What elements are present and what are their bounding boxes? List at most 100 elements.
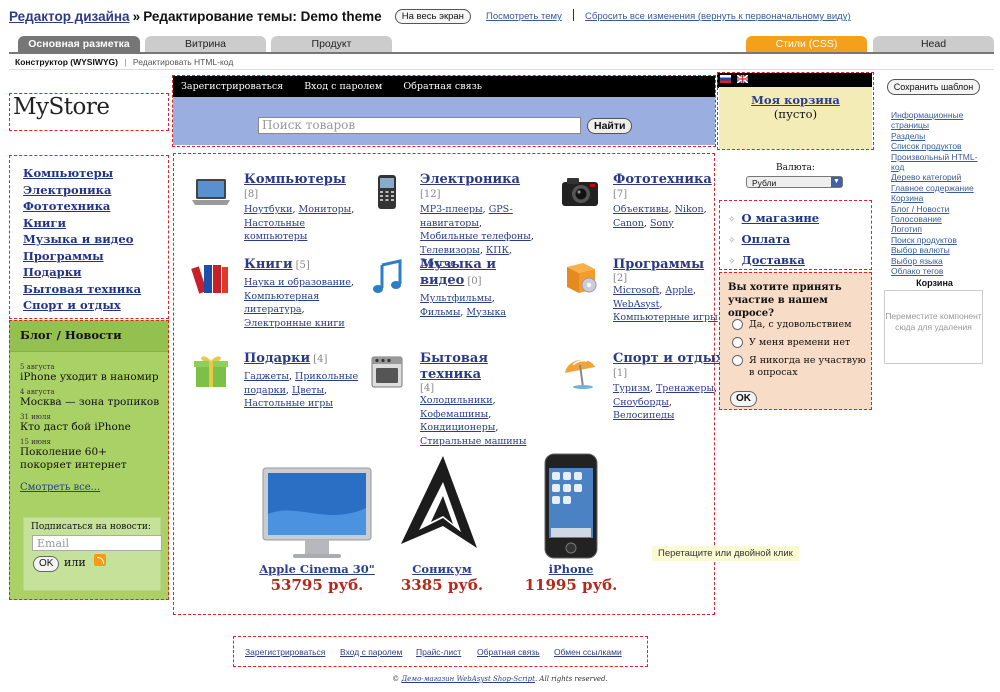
product-name[interactable]: Соникум bbox=[367, 562, 517, 576]
subscribe-ok-button[interactable]: OK bbox=[33, 556, 60, 572]
reset-changes-link[interactable]: Сбросить все изменения (вернуть к первон… bbox=[585, 11, 851, 22]
monitor-product-image[interactable] bbox=[257, 464, 377, 562]
category-title[interactable]: Программы bbox=[613, 257, 704, 272]
blog-entry-title[interactable]: Кто даст бой iPhone bbox=[20, 421, 168, 434]
sonicum-product-image[interactable] bbox=[387, 452, 497, 562]
email-field[interactable]: Email bbox=[32, 535, 162, 551]
view-theme-link[interactable]: Посмотреть тему bbox=[486, 11, 562, 22]
subcategory-link[interactable]: Наука и образование bbox=[244, 277, 351, 288]
subcategory-link[interactable]: WebAsyst bbox=[613, 299, 660, 310]
category-link[interactable]: Программы bbox=[23, 249, 104, 263]
widget-item[interactable]: Список продуктов bbox=[891, 141, 983, 151]
widget-item[interactable]: Поиск продуктов bbox=[891, 235, 983, 245]
subcategory-link[interactable]: Музыка bbox=[466, 307, 506, 318]
category-link[interactable]: Книги bbox=[23, 216, 66, 230]
blog-entry-title[interactable]: Москва — зона тропиков bbox=[20, 396, 168, 409]
widget-item[interactable]: Произвольный HTML-код bbox=[891, 152, 983, 173]
subcategory-link[interactable]: Ноутбуки bbox=[244, 204, 292, 215]
save-template-button[interactable]: Сохранить шаблон bbox=[887, 79, 980, 95]
subcategory-link[interactable]: Мультфильмы bbox=[420, 293, 492, 304]
radio-button[interactable] bbox=[732, 355, 743, 366]
subcategory-link[interactable]: Велосипеды bbox=[613, 410, 674, 421]
category-title[interactable]: Компьютеры bbox=[244, 172, 346, 187]
category-title[interactable]: Спорт и отдых bbox=[613, 351, 724, 366]
category-link[interactable]: Подарки bbox=[23, 265, 82, 279]
poll-option[interactable]: У меня времени нет bbox=[732, 337, 867, 349]
subcategory-link[interactable]: Canon bbox=[613, 218, 644, 229]
category-link[interactable]: Электроника bbox=[23, 183, 111, 197]
widget-item[interactable]: Дерево категорий bbox=[891, 172, 983, 182]
currency-select[interactable]: Рубли ▼ bbox=[746, 176, 843, 188]
widget-item[interactable]: Главное содержание bbox=[891, 183, 983, 193]
footer-pricelist-link[interactable]: Прайс-лист bbox=[416, 647, 461, 657]
poll-block[interactable]: Вы хотите принять участие в нашем опросе… bbox=[719, 272, 872, 410]
cart-block[interactable]: Моя корзина (пусто) bbox=[719, 87, 872, 149]
rss-icon[interactable] bbox=[94, 554, 106, 566]
iphone-product-image[interactable] bbox=[541, 452, 601, 562]
poll-option[interactable]: Да, с удовольствием bbox=[732, 319, 867, 331]
category-title[interactable]: Бытовая техника bbox=[420, 351, 488, 382]
widget-item[interactable]: Разделы bbox=[891, 131, 983, 141]
footer-login-link[interactable]: Вход с паролем bbox=[340, 647, 402, 657]
subcategory-link[interactable]: Электронные книги bbox=[244, 318, 345, 329]
subtab-edit-html[interactable]: Редактировать HTML-код bbox=[133, 57, 233, 67]
tab-styles-css[interactable]: Стили (CSS) bbox=[746, 36, 867, 52]
subcategory-link[interactable]: Тренажеры bbox=[656, 383, 714, 394]
category-title[interactable]: Книги bbox=[244, 257, 293, 272]
info-page-link[interactable]: О магазине bbox=[742, 211, 820, 225]
widget-item[interactable]: Корзина bbox=[891, 193, 983, 203]
subcategory-link[interactable]: Мониторы bbox=[298, 204, 351, 215]
subcategory-link[interactable]: Настольные компьютеры bbox=[244, 218, 307, 243]
subcategory-link[interactable]: Стиральные машины bbox=[420, 436, 526, 447]
product-name[interactable]: iPhone bbox=[496, 562, 646, 576]
subcategory-link[interactable]: Кофемашины bbox=[420, 409, 488, 420]
tab-product[interactable]: Продукт bbox=[271, 36, 392, 52]
category-link[interactable]: Фототехника bbox=[23, 199, 110, 213]
blog-entry-title[interactable]: Поколение 60+ покоряет интернет bbox=[20, 446, 155, 472]
category-link[interactable]: Компьютеры bbox=[23, 166, 113, 180]
tab-storefront[interactable]: Витрина bbox=[145, 36, 266, 52]
widget-item[interactable]: Выбор языка bbox=[891, 256, 983, 266]
subcategory-link[interactable]: Телевизоры bbox=[420, 245, 480, 256]
delete-dropzone[interactable]: Переместите компонент сюда для удаления bbox=[884, 290, 983, 364]
poll-ok-button[interactable]: OK bbox=[730, 391, 757, 407]
subcategory-link[interactable]: Sony bbox=[650, 218, 674, 229]
subtab-wysiwyg[interactable]: Конструктор (WYSIWYG) bbox=[15, 57, 118, 67]
subcategory-link[interactable]: Apple bbox=[665, 285, 693, 296]
subcategory-link[interactable]: Microsoft bbox=[613, 285, 659, 296]
category-title[interactable]: Подарки bbox=[244, 351, 310, 366]
subcategory-link[interactable]: Гаджеты bbox=[244, 371, 289, 382]
subcategory-link[interactable]: Фильмы bbox=[420, 307, 460, 318]
category-link[interactable]: Музыка и видео bbox=[23, 232, 133, 246]
subcategory-link[interactable]: MP3-плееры bbox=[420, 204, 483, 215]
subcategory-link[interactable]: Nikon bbox=[675, 204, 704, 215]
radio-button[interactable] bbox=[732, 319, 743, 330]
blog-news-block[interactable]: Блог / Новости 5 августа iPhone уходит в… bbox=[9, 320, 169, 600]
widget-item[interactable]: Блог / Новости bbox=[891, 204, 983, 214]
category-title[interactable]: Музыка и видео bbox=[420, 257, 496, 288]
subcategory-link[interactable]: Кондиционеры bbox=[420, 422, 495, 433]
left-category-tree[interactable]: Компьютеры Электроника Фототехника Книги… bbox=[9, 155, 169, 319]
category-title[interactable]: Фототехника bbox=[613, 172, 712, 187]
copyright-link[interactable]: Демо-магазин WebAsyst Shop-Script bbox=[401, 675, 535, 683]
footer-feedback-link[interactable]: Обратная связь bbox=[477, 647, 540, 657]
widget-item[interactable]: Облако тегов bbox=[891, 266, 983, 276]
breadcrumb-design-editor[interactable]: Редактор дизайна bbox=[9, 9, 130, 24]
footer-register-link[interactable]: Зарегистрироваться bbox=[245, 647, 325, 657]
subcategory-link[interactable]: Сноуборды bbox=[613, 397, 669, 408]
main-content-block[interactable]: Компьютеры [8] Ноутбуки, Мониторы, Насто… bbox=[173, 153, 724, 615]
subcategory-link[interactable]: Цветы bbox=[292, 385, 324, 396]
widget-item[interactable]: Голосование bbox=[891, 214, 983, 224]
cart-title[interactable]: Моя корзина bbox=[719, 93, 872, 107]
category-link[interactable]: Спорт и отдых bbox=[23, 298, 121, 312]
radio-button[interactable] bbox=[732, 337, 743, 348]
logo-block[interactable]: MyStore bbox=[9, 93, 169, 131]
category-title[interactable]: Электроника bbox=[420, 172, 520, 187]
fullscreen-button[interactable]: На весь экран bbox=[394, 9, 471, 24]
poll-option[interactable]: Я никогда не участвую в опросах bbox=[732, 355, 867, 379]
blog-see-all-link[interactable]: Смотреть все... bbox=[20, 482, 168, 493]
info-page-link[interactable]: Оплата bbox=[742, 232, 791, 246]
info-page-link[interactable]: Доставка bbox=[742, 253, 805, 267]
widget-item[interactable]: Выбор валюты bbox=[891, 245, 983, 255]
subcategory-link[interactable]: Объективы bbox=[613, 204, 669, 215]
